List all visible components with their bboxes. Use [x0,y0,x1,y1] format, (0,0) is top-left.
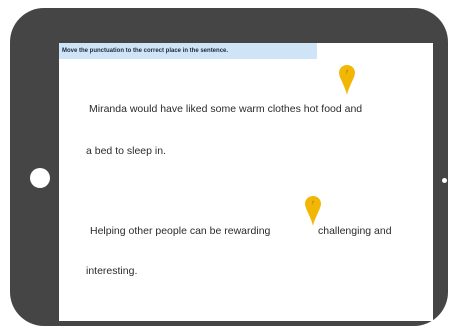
sentence-2-line-2: interesting. [86,265,138,277]
map-pin-icon[interactable] [339,65,355,95]
sentence-2-line-1-rest: challenging and [318,225,392,237]
tablet-frame: Move the punctuation to the correct plac… [10,8,448,326]
sentence-1-line-2: a bed to sleep in. [86,145,166,157]
instruction-banner: Move the punctuation to the correct plac… [59,43,317,59]
home-button[interactable] [30,168,50,188]
camera-dot [442,178,447,183]
activity-screen: Move the punctuation to the correct plac… [59,43,433,321]
map-pin-icon[interactable] [305,196,321,226]
sentence-2-line-1: Helping other people can be rewarding [90,225,271,237]
sentence-1-line-1: Miranda would have liked some warm cloth… [89,103,363,115]
